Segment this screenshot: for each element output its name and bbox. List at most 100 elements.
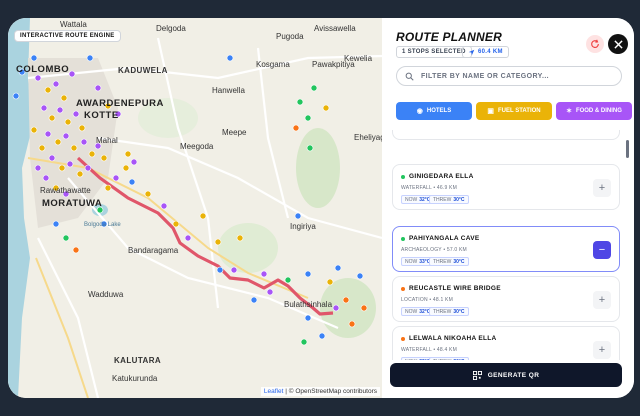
place-label: Wadduwa xyxy=(88,290,124,299)
poi-marker[interactable] xyxy=(122,164,130,172)
poi-marker[interactable] xyxy=(72,246,80,254)
poi-marker[interactable] xyxy=(44,130,52,138)
poi-marker[interactable] xyxy=(56,106,64,114)
weather-threw-value: 30°C xyxy=(453,258,465,265)
poi-marker[interactable] xyxy=(100,154,108,162)
poi-marker[interactable] xyxy=(296,98,304,106)
poi-marker[interactable] xyxy=(64,118,72,126)
poi-marker[interactable] xyxy=(160,202,168,210)
poi-marker[interactable] xyxy=(84,164,92,172)
poi-marker[interactable] xyxy=(44,86,52,94)
poi-marker[interactable] xyxy=(250,296,258,304)
poi-marker[interactable] xyxy=(86,54,94,62)
poi-marker[interactable] xyxy=(66,160,74,168)
poi-marker[interactable] xyxy=(76,170,84,178)
poi-marker[interactable] xyxy=(230,266,238,274)
poi-marker[interactable] xyxy=(88,150,96,158)
poi-marker[interactable] xyxy=(144,190,152,198)
poi-marker[interactable] xyxy=(292,124,300,132)
poi-marker[interactable] xyxy=(34,164,42,172)
poi-marker[interactable] xyxy=(70,144,78,152)
poi-marker[interactable] xyxy=(60,94,68,102)
poi-marker[interactable] xyxy=(306,144,314,152)
place-card[interactable]: PAHIYANGALA CAVE ARCHAEOLOGY • 57.0 KM NOW… xyxy=(392,226,620,272)
poi-marker[interactable] xyxy=(342,296,350,304)
navigation-icon xyxy=(468,49,475,55)
poi-marker[interactable] xyxy=(236,234,244,242)
add-stop-button[interactable]: + xyxy=(593,341,611,359)
close-button[interactable] xyxy=(608,34,628,54)
generate-qr-button[interactable]: GENERATE QR xyxy=(390,363,622,387)
poi-marker[interactable] xyxy=(199,212,207,220)
poi-marker[interactable] xyxy=(30,54,38,62)
search-input[interactable] xyxy=(421,72,601,80)
poi-marker[interactable] xyxy=(34,74,42,82)
poi-marker[interactable] xyxy=(130,158,138,166)
place-label: Bolgoda Lake xyxy=(84,222,121,228)
poi-marker[interactable] xyxy=(214,238,222,246)
poi-marker[interactable] xyxy=(226,54,234,62)
place-card[interactable]: NOW34°CTHREW30°C+ xyxy=(392,130,620,140)
poi-marker[interactable] xyxy=(294,212,302,220)
poi-marker[interactable] xyxy=(172,220,180,228)
poi-marker[interactable] xyxy=(318,332,326,340)
search-bar[interactable] xyxy=(396,66,622,86)
scrollbar[interactable] xyxy=(626,140,629,158)
place-card[interactable]: LELWALA NIKOAHA ELLA WATERFALL • 48.4 KM N… xyxy=(392,326,620,360)
poi-marker[interactable] xyxy=(54,138,62,146)
poi-marker[interactable] xyxy=(304,314,312,322)
poi-marker[interactable] xyxy=(48,114,56,122)
poi-marker[interactable] xyxy=(52,220,60,228)
poi-marker[interactable] xyxy=(58,164,66,172)
refresh-button[interactable] xyxy=(586,35,604,53)
place-card[interactable]: GINIGEDARA ELLA WATERFALL • 46.9 KM NOW 32°… xyxy=(392,164,620,210)
poi-marker[interactable] xyxy=(40,104,48,112)
poi-marker[interactable] xyxy=(38,144,46,152)
poi-marker[interactable] xyxy=(348,320,356,328)
poi-marker[interactable] xyxy=(72,110,80,118)
remove-stop-button[interactable]: − xyxy=(593,241,611,259)
poi-marker[interactable] xyxy=(80,138,88,146)
poi-marker[interactable] xyxy=(30,126,38,134)
place-card[interactable]: REUCASTLE WIRE BRIDGE LOCATION • 48.1 KM N… xyxy=(392,276,620,322)
add-stop-button[interactable]: + xyxy=(593,291,611,309)
poi-marker[interactable] xyxy=(42,174,50,182)
poi-marker[interactable] xyxy=(326,278,334,286)
poi-marker[interactable] xyxy=(104,184,112,192)
poi-marker[interactable] xyxy=(266,288,274,296)
poi-marker[interactable] xyxy=(304,270,312,278)
category-button-fuel-station[interactable]: ▣ FUEL STATION xyxy=(476,102,552,120)
route-map[interactable]: INTERACTIVE ROUTE ENGINE COLOMBO AWARDEN… xyxy=(8,18,382,398)
map-attribution[interactable]: Leaflet | © OpenStreetMap contributors xyxy=(260,387,380,396)
poi-marker[interactable] xyxy=(322,104,330,112)
poi-marker[interactable] xyxy=(334,264,342,272)
poi-marker[interactable] xyxy=(62,132,70,140)
poi-marker[interactable] xyxy=(94,84,102,92)
poi-marker[interactable] xyxy=(356,272,364,280)
poi-marker[interactable] xyxy=(284,276,292,284)
leaflet-link[interactable]: Leaflet xyxy=(264,388,284,395)
poi-marker[interactable] xyxy=(124,150,132,158)
poi-marker[interactable] xyxy=(68,70,76,78)
poi-marker[interactable] xyxy=(304,114,312,122)
poi-marker[interactable] xyxy=(12,92,20,100)
poi-marker[interactable] xyxy=(332,304,340,312)
poi-marker[interactable] xyxy=(360,304,368,312)
app-window: INTERACTIVE ROUTE ENGINE COLOMBO AWARDEN… xyxy=(8,18,634,398)
poi-marker[interactable] xyxy=(216,266,224,274)
category-button-food-dining[interactable]: ✶ FOOD & DINING xyxy=(556,102,632,120)
poi-marker[interactable] xyxy=(52,80,60,88)
poi-marker[interactable] xyxy=(78,124,86,132)
poi-marker[interactable] xyxy=(310,84,318,92)
category-button-hotels[interactable]: ◉ HOTELS xyxy=(396,102,472,120)
add-stop-button[interactable]: + xyxy=(593,179,611,197)
poi-marker[interactable] xyxy=(184,234,192,242)
poi-marker[interactable] xyxy=(62,234,70,242)
poi-marker[interactable] xyxy=(112,174,120,182)
place-label: Delgoda xyxy=(156,24,186,33)
poi-marker[interactable] xyxy=(300,338,308,346)
poi-marker[interactable] xyxy=(128,178,136,186)
poi-marker[interactable] xyxy=(260,270,268,278)
poi-marker[interactable] xyxy=(48,154,56,162)
place-list[interactable]: NOW34°CTHREW30°C+ GINIGEDARA ELLA WATERFAL… xyxy=(392,130,622,360)
